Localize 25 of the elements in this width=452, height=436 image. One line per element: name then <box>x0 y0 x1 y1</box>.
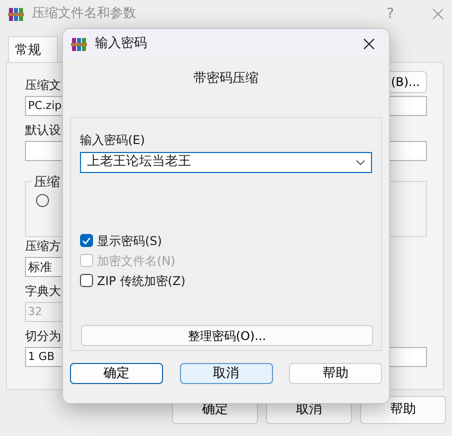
dialog-heading: 带密码压缩 <box>194 70 258 88</box>
checkbox-label[interactable]: ZIP 传统加密(Z) <box>97 270 186 290</box>
caret-icon <box>356 160 365 164</box>
checkbox[interactable] <box>80 234 93 247</box>
password-label: 输入密码(E) <box>80 132 146 148</box>
dialog-button[interactable]: 帮助 <box>289 362 382 384</box>
books-icon <box>71 36 87 52</box>
field-label: 默认设 <box>25 123 61 138</box>
books-icon <box>8 6 24 22</box>
password-field[interactable]: 上老王论坛当老王 <box>80 152 372 172</box>
radio-button[interactable] <box>36 194 49 207</box>
dialog-button[interactable]: 确定 <box>70 362 163 384</box>
field-label: 字典大 <box>25 284 61 299</box>
dialog-title: 输入密码 <box>95 35 147 54</box>
dialog-button[interactable]: 帮助 <box>360 396 446 424</box>
checkbox-label[interactable]: 显示密码(S) <box>97 230 162 250</box>
dialog-button[interactable]: 取消 <box>180 362 272 384</box>
field-label: 压缩方 <box>25 239 61 254</box>
window-title: 压缩文件名和参数 <box>32 5 136 24</box>
organize-passwords-button[interactable]: 整理密码(O)... <box>81 324 373 346</box>
checkbox[interactable] <box>80 274 93 287</box>
field-label: 压缩文 <box>25 78 61 93</box>
close-icon[interactable] <box>363 38 375 50</box>
field-label: 切分为 <box>25 329 61 344</box>
tab[interactable]: 常规 <box>8 36 58 62</box>
